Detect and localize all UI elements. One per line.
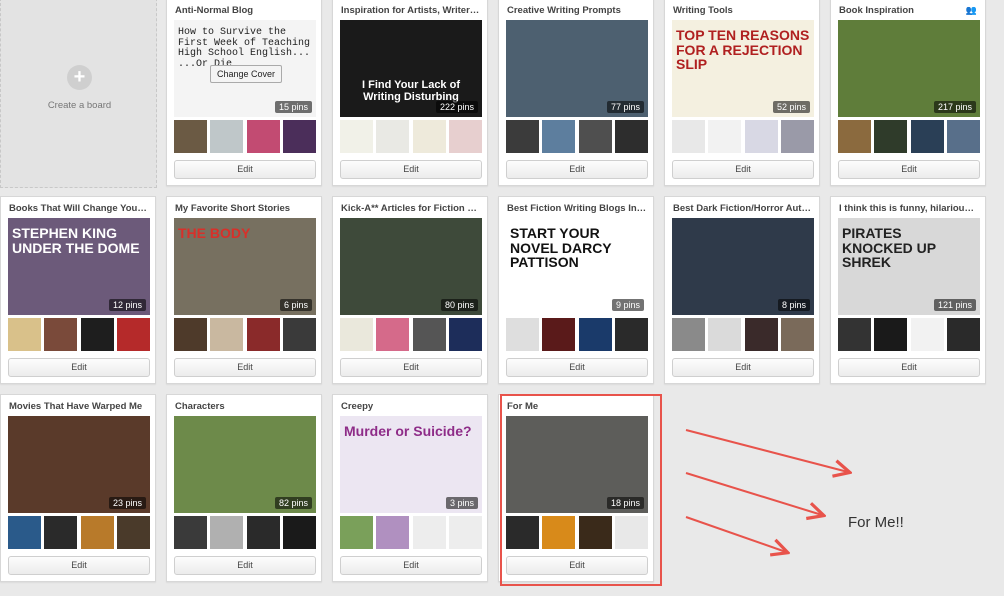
- arrow-2: [685, 472, 822, 515]
- annotation-arrows: [685, 429, 1004, 596]
- arrow-1: [685, 429, 848, 472]
- arrow-3: [685, 516, 786, 552]
- annotation-text: For Me!!: [848, 514, 904, 531]
